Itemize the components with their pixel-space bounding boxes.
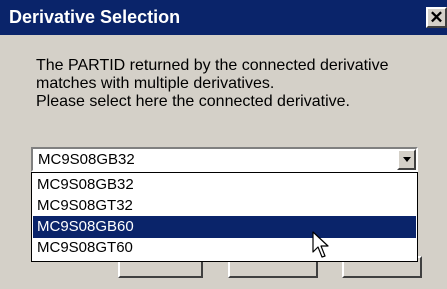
derivative-selection-dialog: Derivative Selection ✕ The PARTID return… xyxy=(0,0,447,289)
list-item[interactable]: MC9S08GT32 xyxy=(33,195,416,217)
message-line: The PARTID returned by the connected der… xyxy=(36,57,389,74)
derivative-dropdown-list[interactable]: MC9S08GB32 MC9S08GT32 MC9S08GB60 MC9S08G… xyxy=(31,172,418,262)
close-icon: ✕ xyxy=(429,8,444,27)
dialog-message: The PARTID returned by the connected der… xyxy=(36,57,388,111)
derivative-combobox[interactable]: MC9S08GB32 xyxy=(31,147,418,172)
combobox-dropdown-button[interactable] xyxy=(397,149,416,170)
list-item[interactable]: MC9S08GB32 xyxy=(33,174,416,196)
dialog-title: Derivative Selection xyxy=(9,7,181,27)
list-item[interactable]: MC9S08GT60 xyxy=(33,237,416,259)
message-line: Please select here the connected derivat… xyxy=(36,93,350,110)
list-item[interactable]: MC9S08GB60 xyxy=(33,216,416,238)
mouse-pointer-icon xyxy=(312,231,329,258)
title-bar[interactable]: Derivative Selection ✕ xyxy=(0,0,447,35)
combobox-value: MC9S08GB32 xyxy=(38,151,135,168)
chevron-down-icon xyxy=(403,157,411,162)
message-line: matches with multiple derivatives. xyxy=(36,75,275,92)
close-button[interactable]: ✕ xyxy=(426,7,447,28)
